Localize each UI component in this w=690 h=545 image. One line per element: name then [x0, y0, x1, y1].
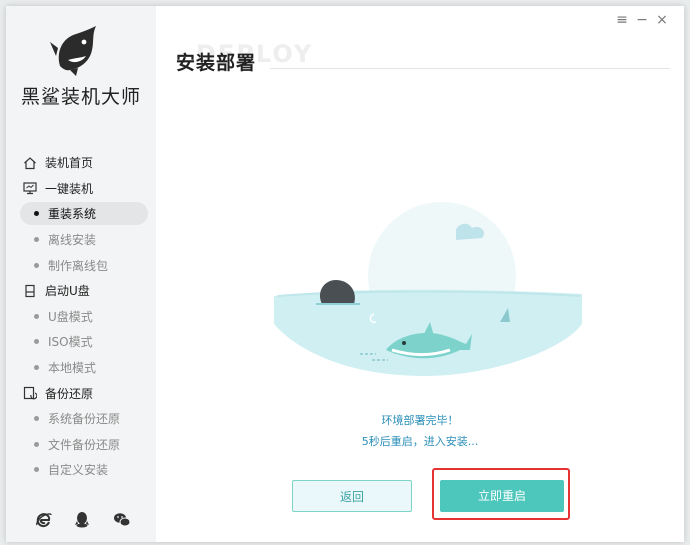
sidebar-item-label: 自定义安装	[48, 463, 109, 478]
wechat-icon[interactable]	[112, 510, 132, 530]
sidebar-item-label: 装机首页	[45, 156, 94, 171]
sidebar-item-home[interactable]: 装机首页	[6, 150, 156, 176]
bullet-icon	[34, 262, 39, 268]
sidebar-item-backup-restore[interactable]: 备份还原	[6, 380, 156, 406]
sidebar-item-label: 一键装机	[45, 181, 94, 196]
sidebar-item-usb-mode[interactable]: U盘模式	[6, 304, 156, 330]
status-line-2: 5秒后重启，进入安装...	[361, 435, 479, 448]
bullet-icon	[34, 441, 39, 447]
sidebar-item-label: 离线安装	[48, 233, 97, 248]
sidebar-item-system-backup[interactable]: 系统备份还原	[6, 406, 156, 432]
main-panel: ≡ − × DEPLOY 安装部署 环境部署完毕！ 5秒后重启，进入安装... …	[156, 6, 684, 542]
sidebar-item-label: 启动U盘	[45, 284, 90, 299]
bullet-icon	[34, 237, 39, 243]
backup-icon	[23, 386, 37, 400]
browser-icon[interactable]	[34, 510, 54, 530]
minimize-button[interactable]: −	[634, 12, 650, 28]
sidebar-item-reinstall-system[interactable]: 重装系统	[6, 201, 156, 227]
sidebar-item-one-click-install[interactable]: 一键装机	[6, 176, 156, 202]
bullet-icon	[34, 416, 39, 422]
bullet-icon	[34, 365, 39, 371]
sidebar-item-label: 重装系统	[48, 207, 97, 222]
sidebar-bottom-icons	[6, 510, 156, 534]
highlight-box	[432, 468, 570, 520]
back-button[interactable]: 返回	[292, 480, 412, 512]
title-divider	[270, 68, 670, 69]
bullet-icon	[34, 467, 39, 473]
bullet-icon	[34, 339, 39, 345]
shark-logo-icon	[46, 22, 106, 78]
app-window: 黑鲨装机大师 装机首页 一键装机 重装系统 离线安装 制作离线包 启动U盘 U盘…	[6, 6, 684, 542]
sidebar-item-offline-install[interactable]: 离线安装	[6, 227, 156, 253]
qq-icon[interactable]	[72, 510, 92, 530]
home-icon	[23, 156, 37, 170]
sidebar-item-local-mode[interactable]: 本地模式	[6, 355, 156, 381]
sidebar-item-label: 备份还原	[45, 386, 94, 401]
usb-icon	[23, 284, 37, 298]
sidebar-item-label: 制作离线包	[48, 258, 109, 273]
shark-sea-illustration	[264, 184, 584, 384]
status-line-1: 环境部署完毕！	[381, 414, 459, 427]
sidebar-nav: 装机首页 一键装机 重装系统 离线安装 制作离线包 启动U盘 U盘模式 ISO模…	[6, 150, 156, 483]
bullet-icon	[34, 313, 39, 319]
monitor-icon	[23, 181, 37, 195]
sidebar-item-label: ISO模式	[48, 335, 93, 350]
sidebar-item-iso-mode[interactable]: ISO模式	[6, 329, 156, 355]
bullet-icon	[34, 211, 39, 217]
sidebar-item-custom-install[interactable]: 自定义安装	[6, 457, 156, 483]
sidebar-item-label: 本地模式	[48, 361, 97, 376]
sidebar-item-file-backup[interactable]: 文件备份还原	[6, 432, 156, 458]
sidebar: 黑鲨装机大师 装机首页 一键装机 重装系统 离线安装 制作离线包 启动U盘 U盘…	[6, 6, 156, 542]
sidebar-item-make-offline-package[interactable]: 制作离线包	[6, 252, 156, 278]
sidebar-item-boot-usb[interactable]: 启动U盘	[6, 278, 156, 304]
page-title: 安装部署	[176, 52, 257, 74]
brand-name: 黑鲨装机大师	[20, 86, 141, 108]
sidebar-item-label: 系统备份还原	[48, 412, 121, 427]
menu-icon[interactable]: ≡	[614, 12, 630, 28]
close-button[interactable]: ×	[654, 12, 670, 28]
sidebar-item-label: 文件备份还原	[48, 437, 121, 452]
sidebar-item-label: U盘模式	[48, 309, 93, 324]
